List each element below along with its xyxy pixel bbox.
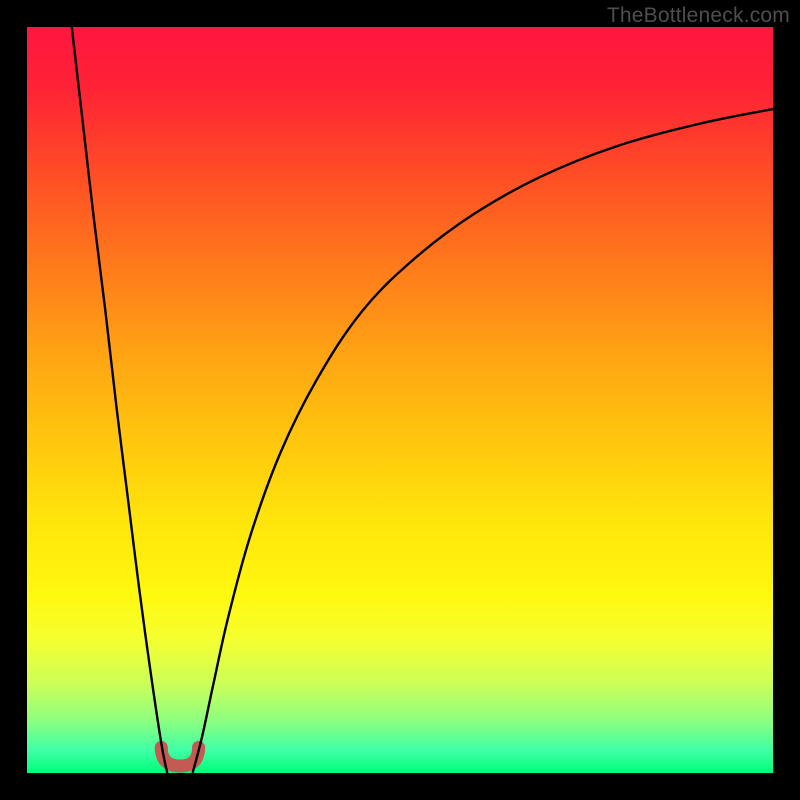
bottleneck-chart	[27, 27, 773, 773]
gradient-background	[27, 27, 773, 773]
watermark-text: TheBottleneck.com	[607, 4, 790, 28]
plot-area	[27, 27, 773, 773]
outer-frame: TheBottleneck.com	[0, 0, 800, 800]
